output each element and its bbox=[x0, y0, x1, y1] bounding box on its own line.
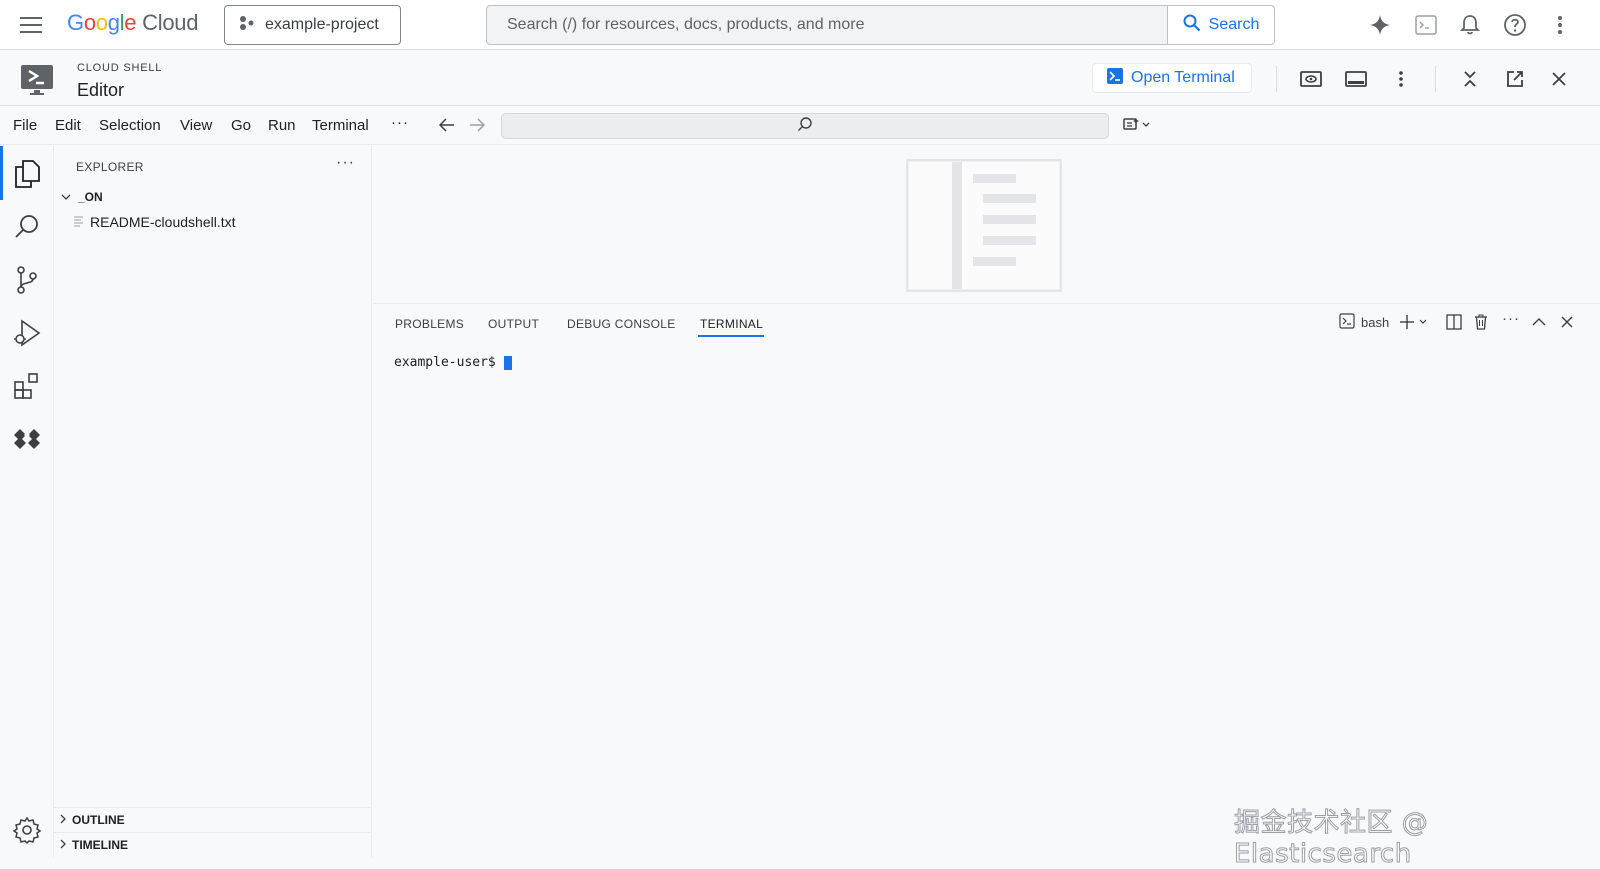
source-control-icon[interactable] bbox=[13, 266, 41, 294]
cloud-shell-logo-icon bbox=[20, 63, 54, 97]
close-icon[interactable] bbox=[1546, 66, 1572, 92]
close-panel-icon[interactable] bbox=[1561, 312, 1573, 332]
project-icon bbox=[239, 15, 255, 36]
editor-empty-watermark-icon bbox=[905, 158, 1063, 293]
terminal-icon bbox=[1107, 67, 1123, 89]
search-icon bbox=[1183, 14, 1201, 37]
menu-run[interactable]: Run bbox=[268, 117, 296, 134]
more-vert-icon[interactable] bbox=[1547, 12, 1573, 38]
timeline-section[interactable]: TIMELINE bbox=[54, 832, 372, 856]
chevron-up-icon[interactable] bbox=[1532, 312, 1546, 332]
help-icon[interactable] bbox=[1502, 12, 1528, 38]
header-divider bbox=[1276, 66, 1277, 92]
google-cloud-logo[interactable]: Google Cloud bbox=[67, 10, 198, 36]
menu-more[interactable]: ··· bbox=[391, 114, 409, 131]
search-button[interactable]: Search bbox=[1167, 6, 1274, 44]
active-indicator bbox=[0, 146, 3, 200]
cloud-shell-header: CLOUD SHELL Editor Open Terminal bbox=[0, 51, 1600, 106]
file-name: README-cloudshell.txt bbox=[90, 214, 236, 230]
layout-toggle-icon[interactable] bbox=[1343, 66, 1369, 92]
cloud-shell-title: Editor bbox=[77, 80, 125, 100]
logo-letter: o bbox=[95, 10, 108, 35]
hamburger-menu-icon[interactable] bbox=[19, 13, 43, 37]
menu-terminal[interactable]: Terminal bbox=[312, 117, 369, 134]
search-icon[interactable] bbox=[13, 213, 41, 241]
menu-file[interactable]: File bbox=[13, 117, 37, 134]
back-arrow-icon[interactable] bbox=[438, 118, 455, 137]
terminal-icon bbox=[1339, 312, 1355, 332]
terminal-cursor bbox=[503, 355, 512, 370]
terminal-prompt-line[interactable]: example-user$ bbox=[394, 355, 512, 370]
timeline-label: TIMELINE bbox=[72, 837, 128, 852]
command-center-search[interactable] bbox=[501, 113, 1109, 139]
logo-cloud-text: Cloud bbox=[142, 10, 199, 35]
copilot-chat-icon[interactable] bbox=[1123, 117, 1153, 138]
folder-name: _ON bbox=[78, 190, 103, 204]
active-tab-indicator bbox=[698, 335, 764, 337]
panel-more-button[interactable]: ··· bbox=[1502, 308, 1520, 328]
text-file-icon bbox=[74, 214, 84, 230]
bottom-panel: PROBLEMS OUTPUT DEBUG CONSOLE TERMINAL b… bbox=[373, 305, 1600, 857]
menu-view[interactable]: View bbox=[180, 117, 212, 134]
search-bar: Search bbox=[486, 5, 1275, 45]
split-terminal-icon[interactable] bbox=[1446, 312, 1462, 332]
explorer-title: EXPLORER bbox=[76, 160, 144, 174]
open-new-window-icon[interactable] bbox=[1502, 66, 1528, 92]
top-bar: Google Cloud example-project Search bbox=[0, 0, 1600, 50]
forward-arrow-icon[interactable] bbox=[469, 118, 486, 137]
tab-terminal[interactable]: TERMINAL bbox=[700, 317, 763, 331]
tab-debug-console[interactable]: DEBUG CONSOLE bbox=[567, 317, 676, 331]
source-watermark: 掘金技术社区 @ Elasticsearch bbox=[1234, 808, 1429, 869]
logo-letter: G bbox=[67, 10, 84, 35]
run-and-debug-icon[interactable] bbox=[13, 319, 41, 347]
chevron-down-icon bbox=[58, 194, 74, 200]
search-icon bbox=[797, 116, 813, 137]
search-input[interactable] bbox=[487, 6, 1167, 44]
cloud-code-icon[interactable] bbox=[13, 425, 41, 453]
new-terminal-plus-icon[interactable] bbox=[1399, 312, 1429, 332]
minimize-icon[interactable] bbox=[1457, 66, 1483, 92]
tab-problems[interactable]: PROBLEMS bbox=[395, 317, 464, 331]
explorer-files-icon[interactable] bbox=[13, 160, 41, 188]
logo-letter: o bbox=[83, 10, 96, 35]
chevron-right-icon bbox=[60, 838, 66, 852]
explorer-more-button[interactable]: ··· bbox=[336, 154, 355, 172]
menu-go[interactable]: Go bbox=[231, 117, 251, 134]
file-item[interactable]: README-cloudshell.txt bbox=[74, 211, 370, 233]
cloud-shell-terminal-icon[interactable] bbox=[1413, 12, 1439, 38]
search-button-label: Search bbox=[1208, 16, 1260, 33]
explorer-sidebar: EXPLORER ··· _ON README-cloudshell.txt O… bbox=[54, 146, 372, 857]
logo-letter: g bbox=[107, 10, 120, 35]
web-preview-icon[interactable] bbox=[1298, 66, 1324, 92]
menu-edit[interactable]: Edit bbox=[55, 117, 81, 134]
notifications-bell-icon[interactable] bbox=[1457, 12, 1483, 38]
more-vert-icon[interactable] bbox=[1388, 66, 1414, 92]
activity-bar bbox=[0, 146, 54, 857]
open-terminal-button[interactable]: Open Terminal bbox=[1092, 63, 1252, 93]
shell-name: bash bbox=[1361, 314, 1390, 330]
outline-section[interactable]: OUTLINE bbox=[54, 807, 372, 831]
logo-letter: e bbox=[124, 10, 137, 35]
cloud-shell-label: CLOUD SHELL bbox=[77, 62, 163, 74]
extensions-icon[interactable] bbox=[13, 372, 41, 400]
header-divider bbox=[1435, 66, 1436, 92]
menu-selection[interactable]: Selection bbox=[99, 117, 161, 134]
open-terminal-label: Open Terminal bbox=[1131, 69, 1235, 86]
terminal-prompt: example-user$ bbox=[394, 355, 496, 370]
project-selector-button[interactable]: example-project bbox=[224, 5, 401, 45]
chevron-right-icon bbox=[60, 813, 66, 827]
gemini-sparkle-icon[interactable] bbox=[1367, 12, 1393, 38]
editor-area bbox=[373, 146, 1600, 304]
folder-row[interactable]: _ON bbox=[58, 186, 370, 208]
terminal-shell-selector[interactable]: bash bbox=[1339, 312, 1389, 332]
outline-label: OUTLINE bbox=[72, 812, 125, 827]
project-name: example-project bbox=[265, 16, 379, 33]
tab-output[interactable]: OUTPUT bbox=[488, 317, 539, 331]
trash-icon[interactable] bbox=[1474, 312, 1488, 332]
settings-gear-icon[interactable] bbox=[13, 816, 41, 844]
